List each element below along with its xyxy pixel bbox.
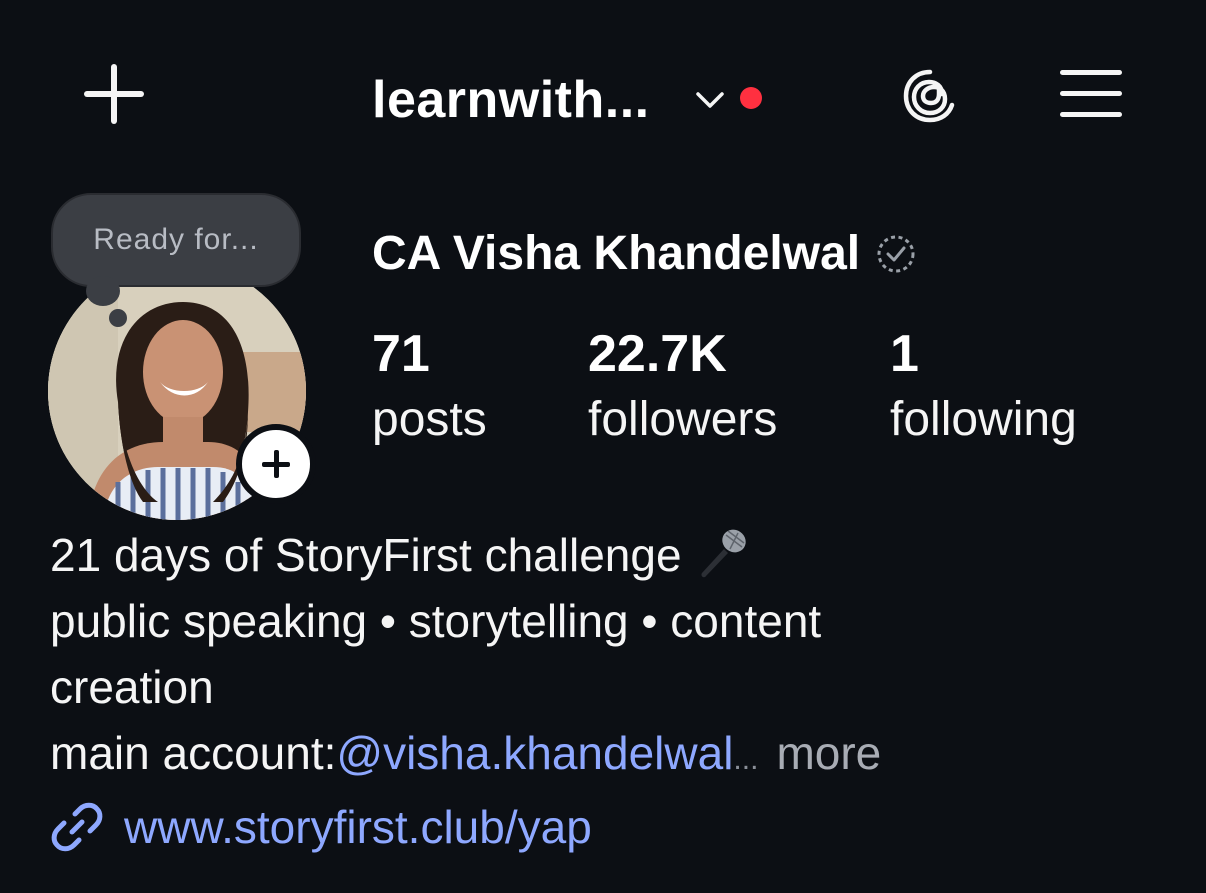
note-text: Ready for... [93,223,259,256]
meta-verified-dashed-badge-icon[interactable] [874,232,918,276]
link-icon [51,802,103,852]
notification-dot [739,87,762,109]
following-stat[interactable]: 1 following [890,322,1077,454]
following-label: following [890,393,1077,446]
display-name-text: CA Visha Khandelwal [372,227,861,280]
note-bubble-tail-small [109,309,127,327]
bio-line-1: 21 days of StoryFirst challenge [50,522,1150,588]
following-count: 1 [890,325,919,383]
add-story-button[interactable] [236,424,316,504]
note-bubble[interactable]: Ready for... [51,193,301,287]
posts-label: posts [372,393,487,446]
display-name: CA Visha Khandelwal [372,226,918,281]
website-link[interactable]: www.storyfirst.club/yap [50,800,592,854]
hamburger-menu-icon[interactable] [1060,68,1124,120]
mention-link[interactable]: @visha.khandelwal [336,727,733,779]
avatar-section: Ready for... [46,190,316,520]
profile-page: learnwith... Ready for... CA Visha Khand… [0,0,1206,893]
bio: 21 days of StoryFirst challenge public s… [50,522,1150,793]
chevron-down-icon [695,92,724,108]
bio-line-2: public speaking • storytelling • content [50,595,822,647]
followers-stat[interactable]: 22.7K followers [588,322,777,454]
bio-ellipsis: ... [733,743,759,776]
microphone-icon [701,529,746,578]
bio-line-1-text: 21 days of StoryFirst challenge [50,529,682,581]
create-plus-icon[interactable] [82,62,146,126]
posts-count: 71 [372,325,430,383]
website-link-text: www.storyfirst.club/yap [124,801,592,853]
username: learnwith... [372,71,650,129]
bio-line-3: creation [50,661,214,713]
note-bubble-tail [86,276,120,306]
bio-line-4: main account:@visha.khandelwal... more [50,720,1150,793]
top-bar: learnwith... [0,0,1206,190]
more-button[interactable]: more [776,727,881,779]
bio-line-4-prefix: main account: [50,727,337,779]
followers-count: 22.7K [588,325,727,383]
account-switcher[interactable]: learnwith... [372,60,762,140]
followers-label: followers [588,393,778,446]
posts-stat[interactable]: 71 posts [372,322,487,454]
threads-icon[interactable] [898,64,962,128]
